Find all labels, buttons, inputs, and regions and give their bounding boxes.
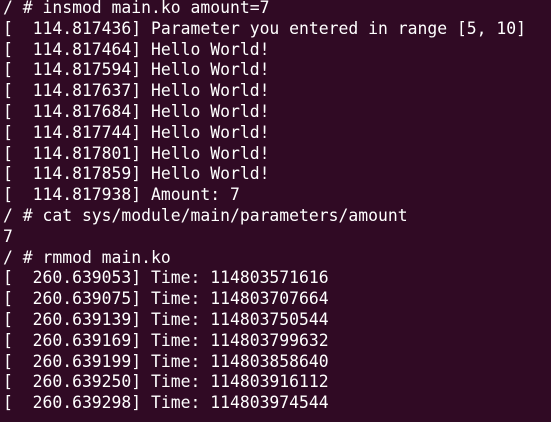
kernel-log-line: [ 260.639053] Time: 114803571616 xyxy=(3,268,329,288)
shell-command-line: / # cat sys/module/main/parameters/amoun… xyxy=(3,205,408,225)
shell-command-line: / # insmod main.ko amount=7 xyxy=(3,0,270,17)
kernel-log-line: [ 114.817801] Hello World! xyxy=(3,143,270,163)
kernel-log-line: [ 260.639199] Time: 114803858640 xyxy=(3,351,329,371)
kernel-log-line: [ 260.639139] Time: 114803750544 xyxy=(3,309,329,329)
terminal-output[interactable]: / # insmod main.ko amount=7 [ 114.817436… xyxy=(0,0,551,422)
kernel-log-line: [ 114.817637] Hello World! xyxy=(3,81,270,101)
kernel-log-line: [ 114.817594] Hello World! xyxy=(3,60,270,80)
kernel-log-line: [ 114.817464] Hello World! xyxy=(3,39,270,59)
kernel-log-line: [ 260.639075] Time: 114803707664 xyxy=(3,289,329,309)
kernel-log-line: [ 114.817684] Hello World! xyxy=(3,101,270,121)
kernel-log-line: [ 114.817744] Hello World! xyxy=(3,122,270,142)
kernel-log-line: [ 114.817859] Hello World! xyxy=(3,164,270,184)
kernel-log-line: [ 260.639298] Time: 114803974544 xyxy=(3,393,329,413)
shell-command-line: / # rmmod main.ko xyxy=(3,247,171,267)
kernel-log-line: [ 260.639169] Time: 114803799632 xyxy=(3,330,329,350)
command-output-line: 7 xyxy=(3,226,13,246)
kernel-log-line: [ 114.817436] Parameter you entered in r… xyxy=(3,18,527,38)
kernel-log-line: [ 260.639250] Time: 114803916112 xyxy=(3,372,329,392)
kernel-log-line: [ 114.817938] Amount: 7 xyxy=(3,185,240,205)
